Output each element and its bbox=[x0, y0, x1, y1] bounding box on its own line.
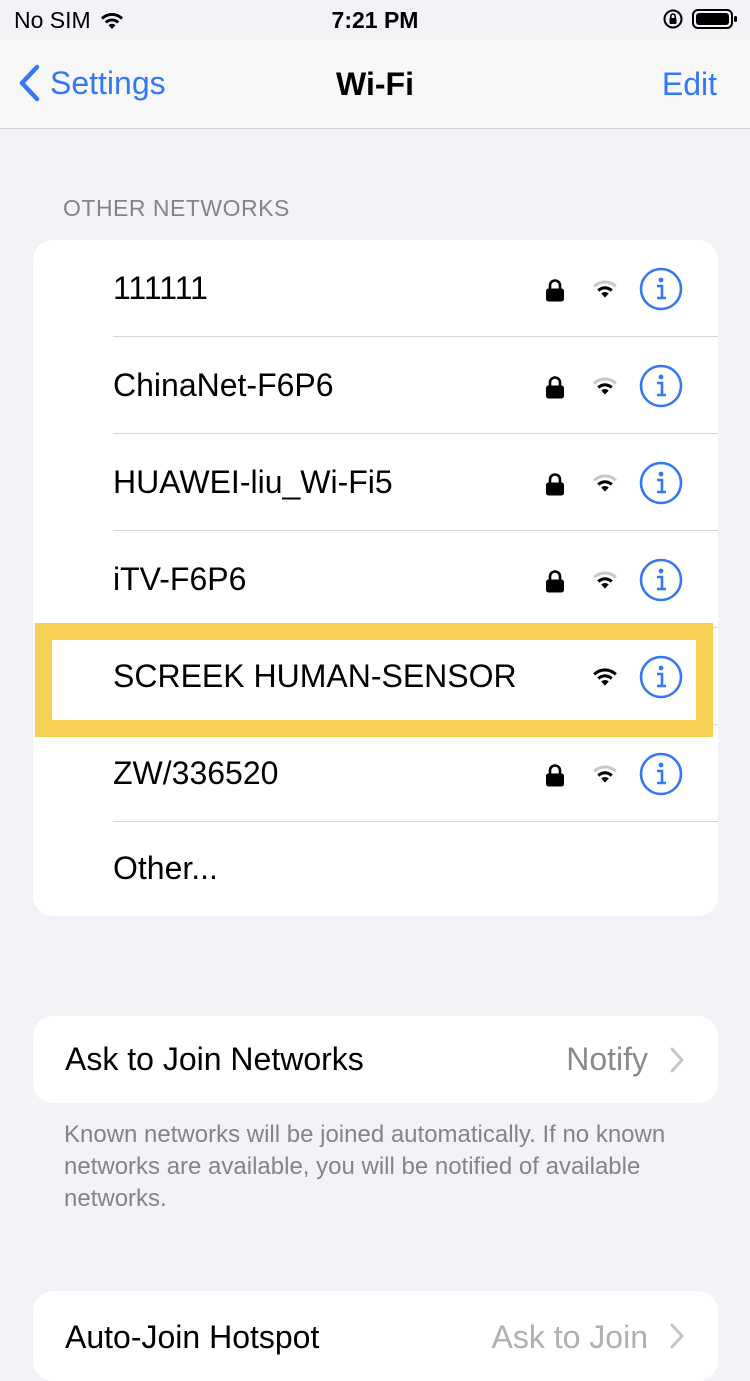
ask-to-join-footnote: Known networks will be joined automatica… bbox=[64, 1121, 666, 1212]
ask-to-join-value: Notify bbox=[566, 1041, 648, 1077]
page-title: Wi-Fi bbox=[336, 66, 414, 102]
info-icon[interactable] bbox=[639, 364, 683, 408]
wifi-icon bbox=[593, 474, 617, 492]
info-icon[interactable] bbox=[639, 752, 683, 796]
ask-to-join-label: Ask to Join Networks bbox=[65, 1041, 364, 1077]
network-row[interactable]: HUAWEI-liu_Wi-Fi5 bbox=[33, 434, 718, 531]
network-row[interactable]: ChinaNet-F6P6 bbox=[33, 337, 718, 434]
network-name: ZW/336520 bbox=[113, 755, 279, 791]
lock-icon bbox=[546, 376, 564, 399]
auto-join-value: Ask to Join bbox=[491, 1319, 648, 1355]
auto-join-hotspot-row[interactable]: Auto-Join Hotspot Ask to Join bbox=[33, 1291, 718, 1381]
lock-icon bbox=[546, 570, 564, 593]
status-right bbox=[662, 8, 738, 30]
wifi-icon bbox=[593, 377, 617, 395]
network-row[interactable]: iTV-F6P6 bbox=[33, 531, 718, 628]
lock-icon bbox=[546, 473, 564, 496]
network-row[interactable]: ZW/336520 bbox=[33, 725, 718, 822]
wifi-icon bbox=[593, 765, 617, 783]
edit-button[interactable]: Edit bbox=[662, 66, 717, 103]
network-name: HUAWEI-liu_Wi-Fi5 bbox=[113, 464, 393, 500]
lock-icon bbox=[546, 764, 564, 787]
orientation-lock-icon bbox=[663, 9, 683, 29]
navigation-bar: Settings Wi-Fi Edit bbox=[0, 40, 750, 129]
info-icon[interactable] bbox=[639, 558, 683, 602]
other-networks-header: OTHER NETWORKS bbox=[63, 195, 290, 221]
network-name: ChinaNet-F6P6 bbox=[113, 367, 334, 403]
wifi-icon bbox=[593, 280, 617, 298]
info-icon[interactable] bbox=[639, 267, 683, 311]
info-icon[interactable] bbox=[639, 461, 683, 505]
highlight-frame bbox=[35, 623, 713, 737]
chevron-right-icon bbox=[670, 1323, 684, 1349]
network-name: 111111 bbox=[113, 270, 208, 306]
network-name: iTV-F6P6 bbox=[113, 561, 247, 597]
auto-join-label: Auto-Join Hotspot bbox=[65, 1319, 320, 1355]
other-network-label: Other... bbox=[113, 850, 218, 886]
network-row[interactable]: 111111 bbox=[33, 240, 718, 337]
clock: 7:21 PM bbox=[331, 7, 419, 33]
lock-icon bbox=[546, 279, 564, 302]
wifi-icon bbox=[593, 571, 617, 589]
chevron-right-icon bbox=[670, 1047, 684, 1073]
ask-to-join-row[interactable]: Ask to Join Networks Notify bbox=[33, 1016, 718, 1103]
other-network-row[interactable]: Other... bbox=[33, 822, 718, 916]
status-bar: No SIM 7:21 PM bbox=[0, 0, 750, 40]
battery-icon bbox=[692, 9, 737, 29]
networks-list: 111111 ChinaNet-F6P6 HUAWEI-liu_Wi-Fi5 i… bbox=[33, 240, 718, 916]
